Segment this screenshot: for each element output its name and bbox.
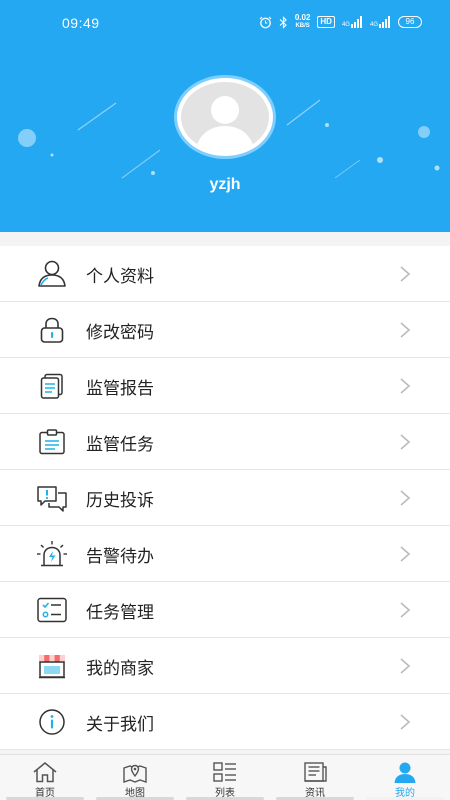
menu-item-label: 告警待办 bbox=[86, 547, 154, 567]
tab-map[interactable]: 地图 bbox=[90, 755, 180, 800]
menu-item-supervision-task[interactable]: 监管任务 bbox=[0, 414, 450, 470]
username: yzjh bbox=[209, 176, 241, 193]
menu-item-label: 关于我们 bbox=[86, 715, 154, 735]
home-icon bbox=[33, 762, 57, 783]
chevron-right-icon bbox=[400, 434, 411, 450]
chevron-right-icon bbox=[400, 714, 411, 730]
chevron-right-icon bbox=[400, 546, 411, 562]
info-icon bbox=[36, 707, 68, 737]
menu-item-change-password[interactable]: 修改密码 bbox=[0, 302, 450, 358]
menu-item-supervision-report[interactable]: 监管报告 bbox=[0, 358, 450, 414]
signal-4g-icon-2: 4G bbox=[370, 16, 391, 28]
map-icon bbox=[123, 764, 147, 783]
store-icon bbox=[36, 651, 68, 681]
clipboard-icon bbox=[36, 427, 68, 457]
menu-item-profile[interactable]: 个人资料 bbox=[0, 246, 450, 302]
menu-item-label: 个人资料 bbox=[86, 267, 154, 287]
menu-item-label: 任务管理 bbox=[86, 603, 154, 623]
alarm-clock-icon bbox=[259, 16, 272, 28]
complaint-icon bbox=[36, 483, 68, 513]
chevron-right-icon bbox=[400, 602, 411, 618]
chevron-right-icon bbox=[400, 658, 411, 674]
signal-4g-icon: 4G bbox=[342, 16, 363, 28]
lock-icon bbox=[36, 315, 68, 345]
tab-mine[interactable]: 我的 bbox=[360, 755, 450, 800]
menu-item-label: 监管报告 bbox=[86, 379, 154, 399]
bottom-tab-bar: 首页 地图 列表 资讯 我的 bbox=[0, 754, 450, 800]
chevron-right-icon bbox=[400, 490, 411, 506]
menu-item-task-management[interactable]: 任务管理 bbox=[0, 582, 450, 638]
bluetooth-icon bbox=[279, 15, 287, 29]
news-icon bbox=[304, 762, 327, 782]
tab-news[interactable]: 资讯 bbox=[270, 755, 360, 800]
profile-menu: 个人资料 修改密码 监管报告 监管任务 历史投诉 告警待办 任务管理 我的商家 … bbox=[0, 246, 450, 750]
report-icon bbox=[36, 371, 68, 401]
person-icon bbox=[394, 762, 416, 783]
list-icon bbox=[213, 762, 236, 782]
status-time: 09:49 bbox=[62, 15, 100, 31]
menu-item-about-us[interactable]: 关于我们 bbox=[0, 694, 450, 750]
alarm-icon bbox=[36, 539, 68, 569]
status-bar: 09:49 0.02 KB/S HD 4G 4G 96 bbox=[0, 0, 450, 46]
tab-list[interactable]: 列表 bbox=[180, 755, 270, 800]
hd-badge: HD bbox=[317, 16, 335, 28]
user-profile-icon bbox=[36, 259, 68, 289]
chevron-right-icon bbox=[400, 322, 411, 338]
menu-item-complaint-history[interactable]: 历史投诉 bbox=[0, 470, 450, 526]
chevron-right-icon bbox=[400, 266, 411, 282]
battery-icon: 96 bbox=[398, 16, 422, 28]
task-list-icon bbox=[36, 595, 68, 625]
menu-item-my-merchants[interactable]: 我的商家 bbox=[0, 638, 450, 694]
menu-item-label: 修改密码 bbox=[86, 323, 154, 343]
default-avatar-icon bbox=[195, 96, 255, 152]
menu-item-alarm-todo[interactable]: 告警待办 bbox=[0, 526, 450, 582]
net-speed: 0.02 KB/S bbox=[294, 13, 311, 30]
chevron-right-icon bbox=[400, 378, 411, 394]
tab-home[interactable]: 首页 bbox=[0, 755, 90, 800]
profile-header: 09:49 0.02 KB/S HD 4G 4G 96 yzjh bbox=[0, 0, 450, 232]
avatar[interactable] bbox=[181, 82, 269, 152]
menu-item-label: 我的商家 bbox=[86, 659, 154, 679]
menu-item-label: 监管任务 bbox=[86, 435, 154, 455]
menu-item-label: 历史投诉 bbox=[86, 491, 154, 511]
